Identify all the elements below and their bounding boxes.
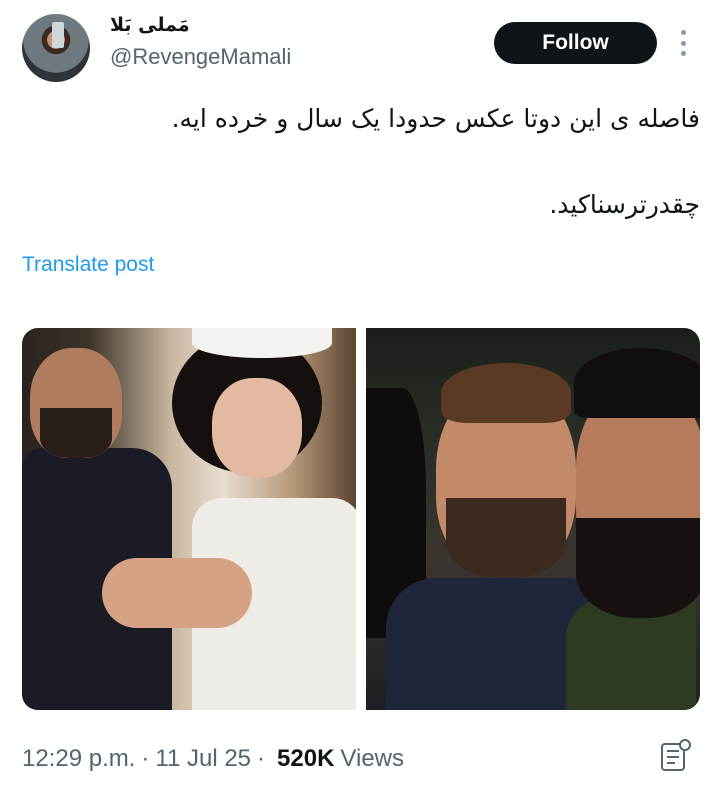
- tweet-text-line-2: چقدرترسناکید.: [549, 190, 700, 219]
- author-handle[interactable]: @RevengeMamali: [110, 44, 410, 70]
- author-display-name[interactable]: مَملی بَلا: [110, 14, 410, 36]
- follow-button[interactable]: Follow: [494, 22, 657, 64]
- tweet-header: مَملی بَلا @RevengeMamali Follow: [0, 0, 720, 90]
- tweet-meta: 12:29 p.m. · 11 Jul 25 · 520K Views: [22, 745, 404, 773]
- meta-separator: ·: [141, 745, 150, 772]
- selfie-photo[interactable]: [366, 328, 700, 710]
- more-vertical-icon[interactable]: [676, 30, 690, 56]
- author-name-block: مَملی بَلا @RevengeMamali: [110, 14, 410, 70]
- tweet-text-line-1: فاصله ی این دوتا عکس حدودا یک سال و خرده…: [171, 104, 700, 133]
- author-avatar[interactable]: [22, 14, 90, 82]
- tweet-text: فاصله ی این دوتا عکس حدودا یک سال و خرده…: [22, 98, 700, 226]
- post-time[interactable]: 12:29 p.m.: [22, 745, 135, 773]
- views-count: 520K: [277, 745, 335, 772]
- grok-summary-icon[interactable]: [658, 738, 692, 774]
- media-grid: [22, 328, 700, 710]
- meta-separator: ·: [257, 745, 266, 772]
- translate-post-link[interactable]: Translate post: [22, 253, 154, 277]
- views-label: Views: [340, 745, 404, 772]
- wedding-photo[interactable]: [22, 328, 356, 710]
- post-date[interactable]: 11 Jul 25: [155, 745, 251, 773]
